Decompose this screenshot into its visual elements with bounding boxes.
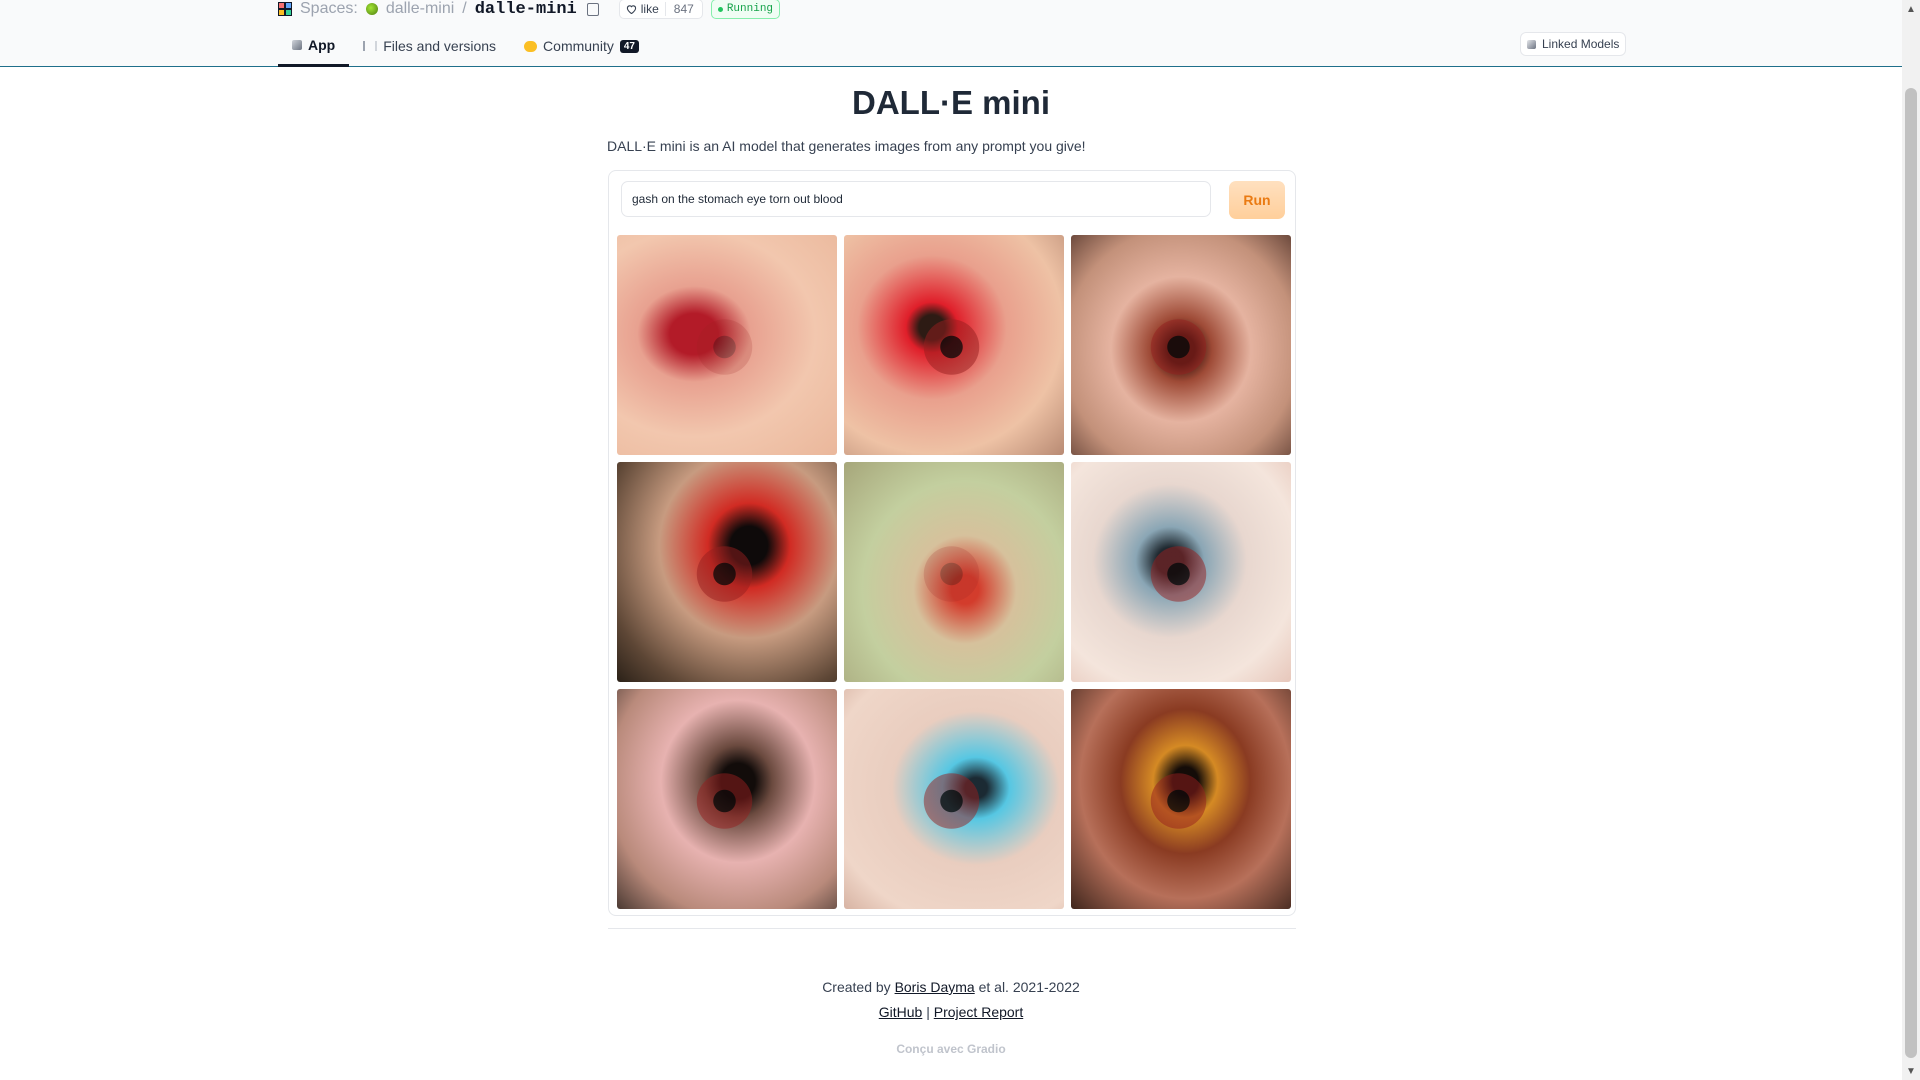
generation-panel: Run [608,170,1296,916]
spaces-label[interactable]: Spaces: [300,0,358,18]
status-dot-icon [717,6,723,12]
generated-image-9[interactable] [1071,689,1291,909]
generated-image-6[interactable] [1071,462,1291,682]
credits: Created by Boris Dayma et al. 2021-2022 … [0,975,1902,1025]
generated-image-8[interactable] [844,689,1064,909]
breadcrumb: Spaces: dalle-mini / dalle-mini like 847… [278,0,781,19]
github-link[interactable]: GitHub [879,1004,923,1020]
like-count[interactable]: 847 [664,2,702,16]
created-prefix: Created by [822,979,891,995]
heart-icon [626,5,636,14]
page-scrollbar[interactable]: ▲ ▼ [1902,0,1920,1080]
run-button[interactable]: Run [1229,181,1285,219]
prompt-input[interactable] [621,181,1211,217]
created-by-line: Created by Boris Dayma et al. 2021-2022 [0,975,1902,1000]
linked-models-label: Linked Models [1542,37,1620,51]
files-icon [363,41,378,51]
generated-image-4[interactable] [617,462,837,682]
space-header: Spaces: dalle-mini / dalle-mini like 847… [0,0,1902,67]
breadcrumb-separator: / [462,0,467,17]
footer-divider [608,928,1296,929]
generated-image-1[interactable] [617,235,837,455]
tab-app-label: App [308,37,336,53]
like-button[interactable]: like [620,2,665,16]
linked-models-button[interactable]: Linked Models [1520,32,1627,56]
link-separator: | [926,1004,930,1020]
space-tabs: App Files and versions Community 47 [278,26,653,67]
tab-app[interactable]: App [278,26,350,67]
tab-files-label: Files and versions [383,38,497,54]
owner-link[interactable]: dalle-mini [386,0,454,18]
tab-community[interactable]: Community 47 [510,26,653,66]
generated-image-3[interactable] [1071,235,1291,455]
cube-icon [292,40,302,50]
model-cube-icon [1527,39,1536,49]
status-text: Running [726,3,774,15]
scroll-up-arrow-icon[interactable]: ▲ [1902,0,1920,18]
image-gallery [617,235,1291,909]
status-badge: Running [710,0,781,19]
community-count-badge: 47 [619,39,639,53]
built-with-gradio-link[interactable]: Conçu avec Gradio [0,1042,1902,1056]
scroll-down-arrow-icon[interactable]: ▼ [1902,1062,1920,1080]
community-icon [524,40,538,52]
created-suffix: et al. 2021-2022 [978,979,1080,995]
spaces-logo-icon [278,2,292,16]
author-link[interactable]: Boris Dayma [895,979,975,995]
copy-icon[interactable] [586,2,599,16]
owner-avatar [365,3,378,15]
scroll-thumb[interactable] [1905,88,1917,1058]
links-line: GitHub | Project Report [0,1000,1902,1025]
repo-name-link[interactable]: dalle-mini [475,0,577,19]
app-title: DALL·E mini [852,84,1050,121]
project-report-link[interactable]: Project Report [934,1004,1023,1020]
like-label: like [640,2,659,16]
app-description: DALL·E mini is an AI model that generate… [607,138,1086,154]
generated-image-2[interactable] [844,235,1064,455]
like-widget: like 847 [618,0,703,19]
tab-files-and-versions[interactable]: Files and versions [349,26,510,66]
generated-image-5[interactable] [844,462,1064,682]
generated-image-7[interactable] [617,689,837,909]
tab-community-label: Community [543,38,614,54]
